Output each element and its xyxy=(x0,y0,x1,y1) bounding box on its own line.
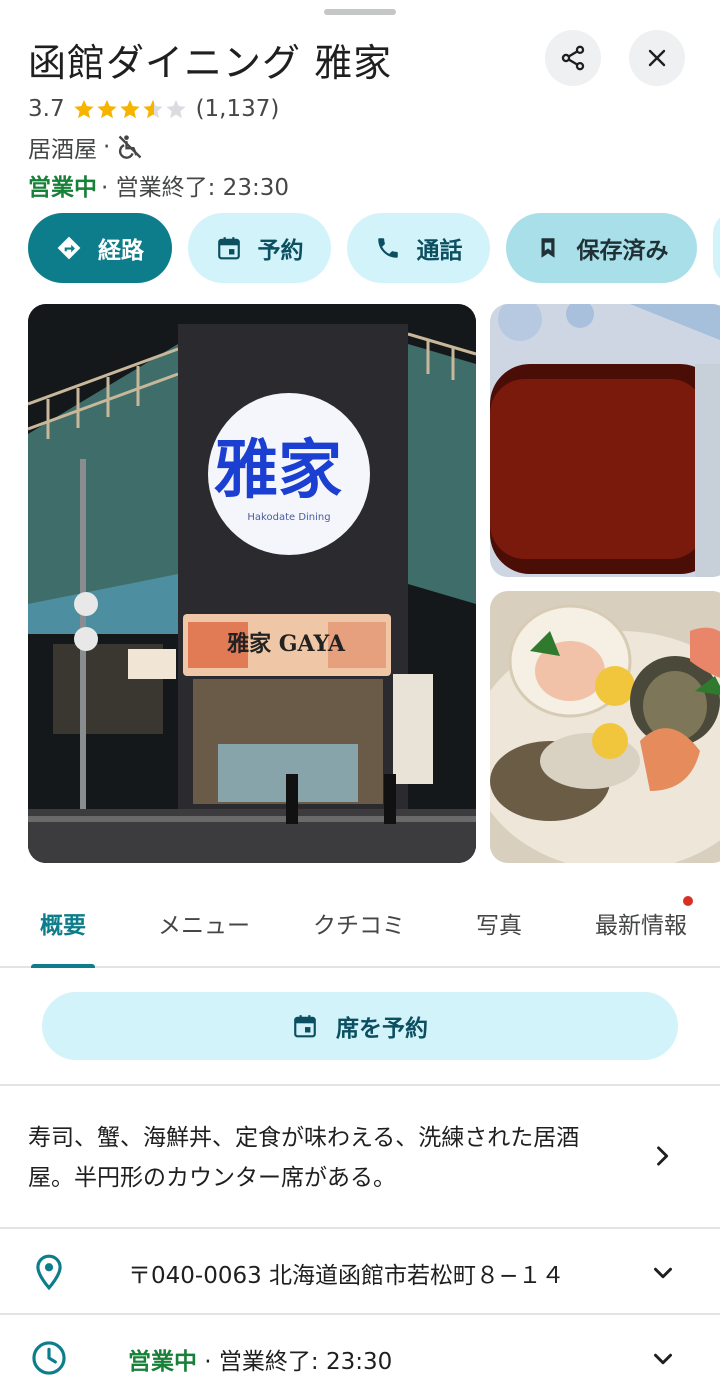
close-icon xyxy=(648,49,666,67)
chevron-right-icon[interactable] xyxy=(648,1142,676,1170)
call-button[interactable]: 通話 xyxy=(347,213,490,283)
tab-updates-label: 最新情報 xyxy=(595,913,687,939)
hours-detail: · 営業終了: 23:30 xyxy=(197,1349,393,1375)
saved-button[interactable]: 保存済み xyxy=(506,213,697,283)
rating-row[interactable]: 3.7 (1,137) xyxy=(28,94,279,124)
reserve-action-label: 予約 xyxy=(257,238,304,264)
action-row: 経路 予約 通話 保存済み xyxy=(28,213,720,283)
place-title: 函館ダイニング 雅家 xyxy=(28,41,393,85)
tab-menu-label: メニュー xyxy=(158,913,250,939)
wheelchair-unavailable-icon xyxy=(118,135,142,159)
open-status: 営業中 xyxy=(28,175,97,201)
rating-stars xyxy=(73,98,188,120)
phone-icon xyxy=(377,238,398,258)
tab-menu[interactable]: メニュー xyxy=(154,880,254,966)
star-empty-icon xyxy=(165,99,186,119)
address-row[interactable]: 〒040-0063 北海道函館市若松町８−１４ xyxy=(0,1229,720,1315)
tab-reviews[interactable]: クチコミ xyxy=(309,880,409,966)
storefront-photo[interactable]: 雅家 Hakodate Dining 雅家 GAYA xyxy=(28,304,476,863)
tab-reviews-label: クチコミ xyxy=(313,913,405,939)
rating-value: 3.7 xyxy=(28,96,65,122)
calendar-icon xyxy=(294,1015,316,1038)
hours-summary: 営業中 · 営業終了: 23:30 xyxy=(28,170,289,201)
hours-row[interactable]: 営業中 · 営業終了: 23:30 xyxy=(0,1315,720,1391)
place-description[interactable]: 寿司、蟹、海鮮丼、定食が味わえる、洗練された居酒屋。半円形のカウンター席がある。 xyxy=(28,1118,618,1198)
saved-label: 保存済み xyxy=(576,238,669,264)
tab-photos[interactable]: 写真 xyxy=(474,880,524,966)
star-half-icon xyxy=(142,99,163,119)
drag-handle[interactable] xyxy=(324,9,396,15)
address-text: 〒040-0063 北海道函館市若松町８−１４ xyxy=(128,1263,565,1289)
star-full-icon xyxy=(119,99,140,119)
category-row: 居酒屋 · xyxy=(28,131,144,163)
tab-updates[interactable]: 最新情報 xyxy=(591,880,693,966)
sign-text: 雅家 xyxy=(214,433,342,508)
call-label: 通話 xyxy=(416,238,463,264)
calendar-icon xyxy=(217,237,240,260)
hours-open-status: 営業中 xyxy=(128,1349,197,1375)
chevron-down-icon[interactable] xyxy=(648,1258,678,1288)
share-icon xyxy=(561,45,585,71)
star-full-icon xyxy=(96,99,117,119)
directions-button[interactable]: 経路 xyxy=(28,213,172,283)
separator: · xyxy=(103,134,111,160)
soy-sauce-illustration xyxy=(490,304,720,577)
seafood-photo[interactable] xyxy=(490,591,720,863)
star-full-icon xyxy=(73,99,94,119)
sign-subtitle: Hakodate Dining xyxy=(247,512,330,523)
chevron-down-icon[interactable] xyxy=(648,1344,678,1374)
more-actions-button[interactable] xyxy=(713,213,720,283)
hours-text: 営業中 · 営業終了: 23:30 xyxy=(128,1342,392,1376)
divider xyxy=(0,1084,720,1086)
reserve-table-button[interactable]: 席を予約 xyxy=(42,992,678,1060)
tab-bar: 概要 メニュー クチコミ 写真 最新情報 xyxy=(0,880,720,968)
seafood-illustration xyxy=(490,591,720,863)
banner-text: 雅家 GAYA xyxy=(227,631,346,657)
soy-sauce-photo[interactable] xyxy=(490,304,720,577)
closing-time: · 営業終了: 23:30 xyxy=(101,175,289,201)
close-button[interactable] xyxy=(629,30,685,86)
tab-overview-label: 概要 xyxy=(40,913,86,939)
reserve-action-button[interactable]: 予約 xyxy=(188,213,331,283)
share-button[interactable] xyxy=(545,30,601,86)
reserve-table-label: 席を予約 xyxy=(336,1016,428,1042)
clock-icon xyxy=(32,1341,66,1375)
notification-dot xyxy=(683,896,693,906)
directions-label: 経路 xyxy=(98,238,144,264)
directions-icon xyxy=(57,236,81,260)
category-label: 居酒屋 xyxy=(28,137,97,163)
tab-overview[interactable]: 概要 xyxy=(28,880,98,968)
bookmark-icon xyxy=(541,238,554,258)
tab-photos-label: 写真 xyxy=(476,913,522,939)
location-pin-icon xyxy=(36,1254,62,1291)
review-count: (1,137) xyxy=(195,96,280,122)
storefront-illustration: 雅家 Hakodate Dining 雅家 GAYA xyxy=(28,304,476,863)
